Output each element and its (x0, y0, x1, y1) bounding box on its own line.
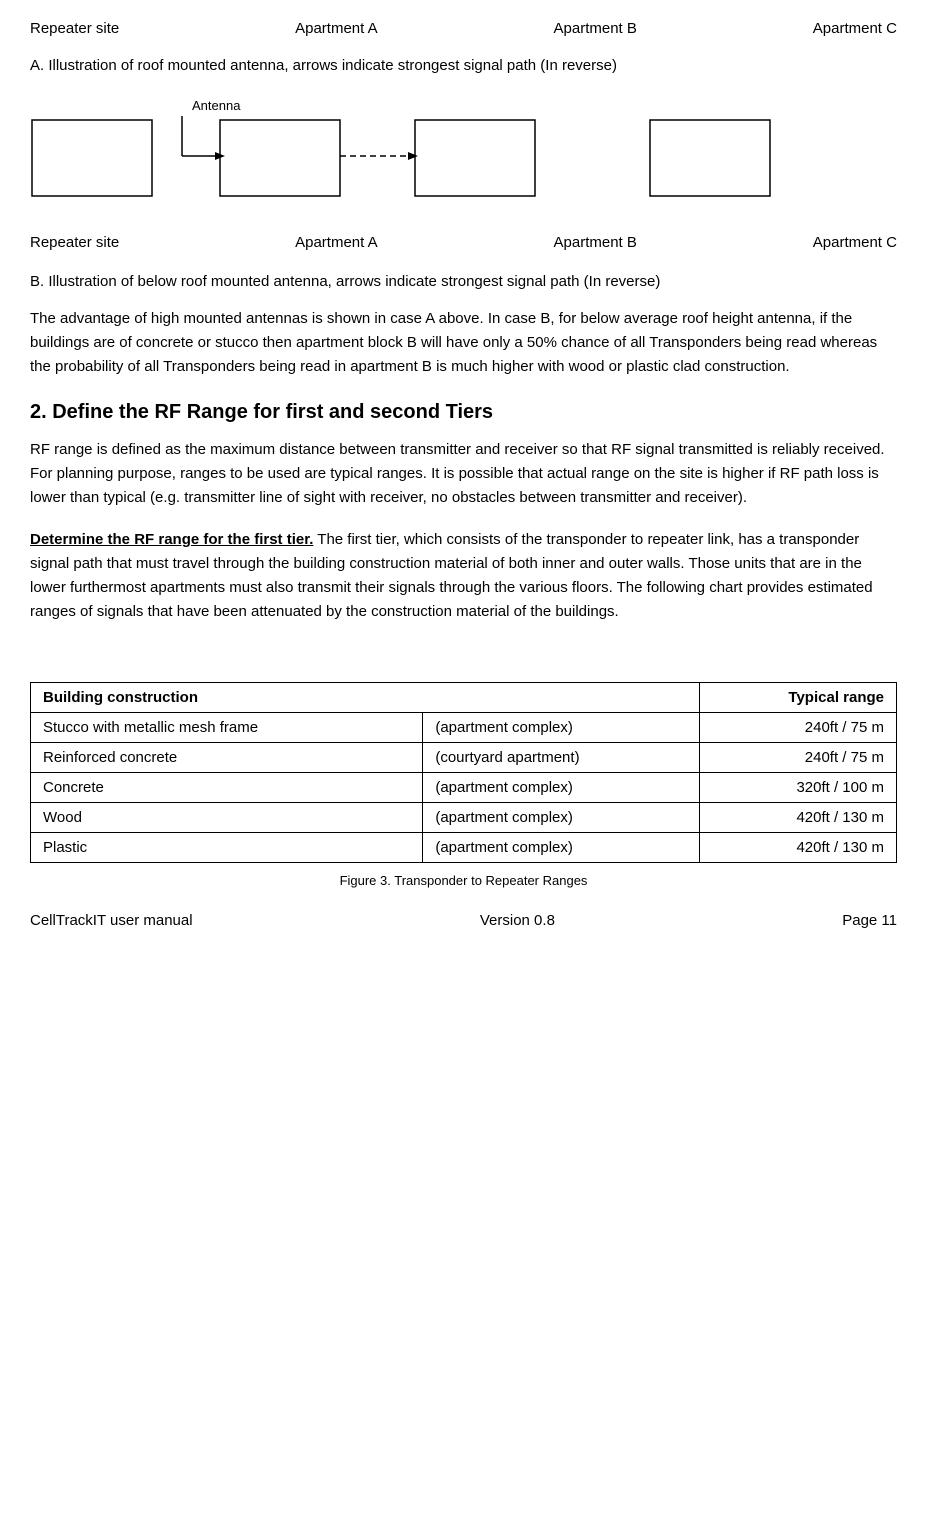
diagram-labels-row: Repeater site Apartment A Apartment B Ap… (30, 234, 897, 251)
diag-label-col2: Apartment A (295, 234, 378, 251)
footer-left: CellTrackIT user manual (30, 912, 193, 929)
header-col4: Apartment C (813, 20, 897, 37)
table-cell-construction: Reinforced concrete (31, 743, 423, 773)
table-row: Wood(apartment complex)420ft / 130 m (31, 803, 897, 833)
table-cell-range: 420ft / 130 m (699, 833, 896, 863)
diag-label-col3: Apartment B (554, 234, 637, 251)
body-paragraph: The advantage of high mounted antennas i… (30, 307, 897, 379)
section-b-caption: B. Illustration of below roof mounted an… (30, 271, 897, 294)
table-cell-construction: Wood (31, 803, 423, 833)
table-header-range: Typical range (699, 683, 896, 713)
table-cell-construction: Plastic (31, 833, 423, 863)
diagram-svg (30, 96, 890, 226)
table-cell-type: (apartment complex) (423, 773, 700, 803)
ranges-table: Building construction Typical range Stuc… (30, 682, 897, 863)
footer-row: CellTrackIT user manual Version 0.8 Page… (30, 912, 897, 929)
table-row: Stucco with metallic mesh frame(apartmen… (31, 713, 897, 743)
footer-right: Page 11 (842, 912, 897, 929)
table-cell-construction: Stucco with metallic mesh frame (31, 713, 423, 743)
spacer2 (30, 672, 897, 682)
diag-label-col1: Repeater site (30, 234, 119, 251)
table-header-construction: Building construction (31, 683, 700, 713)
figure-caption: Figure 3. Transponder to Repeater Ranges (30, 873, 897, 888)
rf-first-tier-bold: Determine the RF range for the first tie… (30, 531, 313, 548)
header-row: Repeater site Apartment A Apartment B Ap… (30, 20, 897, 37)
table-cell-range: 320ft / 100 m (699, 773, 896, 803)
header-col2: Apartment A (295, 20, 378, 37)
header-col1: Repeater site (30, 20, 119, 37)
table-cell-type: (courtyard apartment) (423, 743, 700, 773)
table-cell-range: 420ft / 130 m (699, 803, 896, 833)
diagram-area: Antenna (30, 96, 897, 226)
rf-paragraph: RF range is defined as the maximum dista… (30, 438, 897, 510)
table-cell-type: (apartment complex) (423, 713, 700, 743)
table-cell-range: 240ft / 75 m (699, 743, 896, 773)
spacer (30, 642, 897, 672)
table-cell-type: (apartment complex) (423, 833, 700, 863)
table-cell-range: 240ft / 75 m (699, 713, 896, 743)
section-a-caption: A. Illustration of roof mounted antenna,… (30, 55, 897, 78)
table-header-row: Building construction Typical range (31, 683, 897, 713)
rf-first-tier: Determine the RF range for the first tie… (30, 528, 897, 624)
section2-title: 2. Define the RF Range for first and sec… (30, 401, 897, 424)
diag-label-col4: Apartment C (813, 234, 897, 251)
table-cell-construction: Concrete (31, 773, 423, 803)
footer-center: Version 0.8 (480, 912, 555, 929)
table-row: Concrete(apartment complex)320ft / 100 m (31, 773, 897, 803)
table-cell-type: (apartment complex) (423, 803, 700, 833)
table-row: Plastic(apartment complex)420ft / 130 m (31, 833, 897, 863)
header-col3: Apartment B (554, 20, 637, 37)
table-row: Reinforced concrete(courtyard apartment)… (31, 743, 897, 773)
